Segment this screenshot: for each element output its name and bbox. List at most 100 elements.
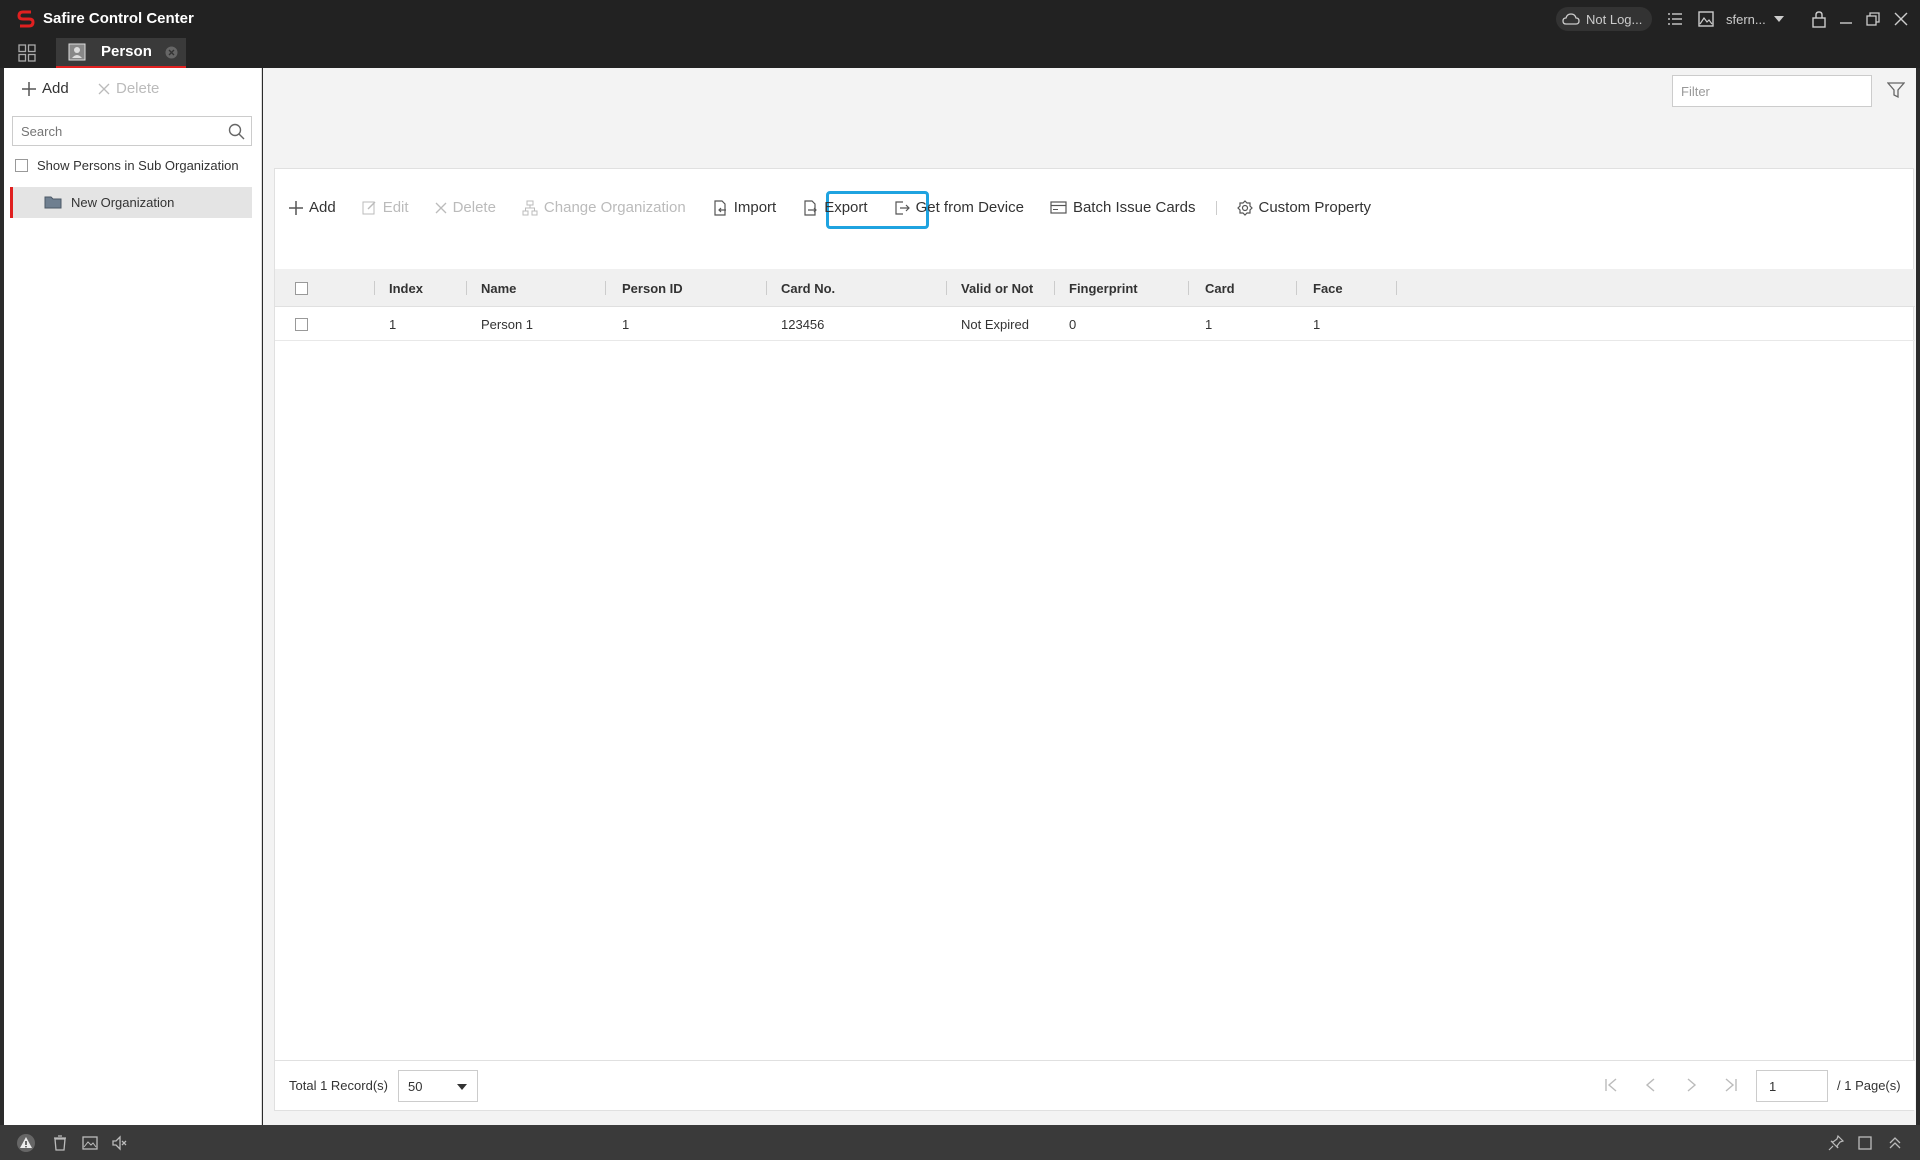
select-all-checkbox[interactable] xyxy=(295,281,308,295)
org-delete-label: Delete xyxy=(116,80,160,97)
lock-icon[interactable] xyxy=(1809,9,1829,29)
column-separator xyxy=(466,281,467,295)
cell-name: Person 1 xyxy=(481,316,534,332)
row-select-cell xyxy=(295,307,308,341)
add-person-button[interactable]: Add xyxy=(289,199,336,216)
column-separator xyxy=(1188,281,1189,295)
org-add-label: Add xyxy=(42,80,69,97)
safire-logo-icon xyxy=(17,10,35,28)
col-index[interactable]: Index xyxy=(389,269,423,307)
page-size-select[interactable]: 50 xyxy=(398,1070,478,1102)
org-search-input[interactable] xyxy=(13,117,213,145)
plus-icon xyxy=(22,81,36,96)
column-separator xyxy=(1296,281,1297,295)
warning-icon[interactable] xyxy=(16,1133,36,1153)
plus-icon xyxy=(289,200,303,215)
export-label: Export xyxy=(824,199,868,216)
grid-menu-icon[interactable] xyxy=(17,43,37,63)
minimize-icon[interactable] xyxy=(1836,9,1856,29)
batch-issue-cards-label: Batch Issue Cards xyxy=(1072,199,1196,216)
import-icon xyxy=(714,199,726,216)
change-organization-button[interactable]: Change Organization xyxy=(522,199,686,216)
chevron-up-double-icon[interactable] xyxy=(1885,1133,1905,1153)
total-pages: / 1 Page(s) xyxy=(1837,1078,1901,1093)
show-sub-org-row: Show Persons in Sub Organization xyxy=(15,158,239,173)
list-icon[interactable] xyxy=(1665,9,1685,29)
toolbar-divider xyxy=(1215,200,1217,215)
col-name[interactable]: Name xyxy=(481,269,516,307)
edit-person-label: Edit xyxy=(382,199,409,216)
edit-person-button[interactable]: Edit xyxy=(362,199,409,216)
org-tree-item-label: New Organization xyxy=(71,195,175,210)
trash-icon[interactable] xyxy=(50,1133,70,1153)
cell-valid: Not Expired xyxy=(961,316,1029,332)
person-toolbar: Add Edit Delete Change Organization Impo… xyxy=(289,199,1371,216)
prev-page-icon[interactable] xyxy=(1643,1077,1659,1093)
org-add-button[interactable]: Add xyxy=(22,80,69,97)
x-icon xyxy=(98,83,110,94)
person-main: Filter Add Edit Delete Change Organizati… xyxy=(263,68,1916,1125)
col-card-no[interactable]: Card No. xyxy=(781,269,835,307)
pin-icon[interactable] xyxy=(1826,1133,1846,1153)
total-records: Total 1 Record(s) xyxy=(289,1078,388,1093)
search-icon[interactable] xyxy=(228,123,245,140)
cell-face: 1 xyxy=(1313,316,1321,332)
get-from-device-label: Get from Device xyxy=(915,199,1024,216)
first-page-icon[interactable] xyxy=(1603,1077,1619,1093)
last-page-icon[interactable] xyxy=(1723,1077,1739,1093)
cell-card-no: 123456 xyxy=(781,316,825,332)
column-separator xyxy=(605,281,606,295)
batch-issue-cards-button[interactable]: Batch Issue Cards xyxy=(1050,199,1196,216)
delete-person-button[interactable]: Delete xyxy=(435,199,496,216)
show-sub-org-label: Show Persons in Sub Organization xyxy=(37,158,239,173)
show-sub-org-checkbox[interactable] xyxy=(15,159,28,172)
custom-property-button[interactable]: Custom Property xyxy=(1236,199,1371,216)
filter-input[interactable]: Filter xyxy=(1672,75,1872,107)
user-menu[interactable]: sfern... xyxy=(1726,0,1784,38)
page-number-input[interactable]: 1 xyxy=(1756,1070,1828,1102)
col-face[interactable]: Face xyxy=(1313,269,1343,307)
pagination-footer: Total 1 Record(s) 50 1 / 1 Page(s) xyxy=(275,1060,1915,1110)
delete-person-label: Delete xyxy=(452,199,496,216)
col-fingerprint[interactable]: Fingerprint xyxy=(1069,269,1138,307)
cloud-status[interactable]: Not Log... xyxy=(1556,7,1653,31)
folder-icon xyxy=(44,196,62,209)
col-card[interactable]: Card xyxy=(1205,269,1235,307)
get-device-icon xyxy=(894,200,910,215)
org-tree-icon xyxy=(522,200,538,215)
export-button[interactable]: Export xyxy=(802,199,868,216)
cell-person-id: 1 xyxy=(622,316,630,332)
close-icon[interactable] xyxy=(1891,9,1911,29)
import-label: Import xyxy=(733,199,777,216)
import-button[interactable]: Import xyxy=(712,199,777,216)
table-row[interactable]: 1 Person 1 1 123456 Not Expired 0 1 1 xyxy=(275,307,1915,341)
image-icon[interactable] xyxy=(80,1133,100,1153)
person-card-icon xyxy=(68,43,86,61)
filter-funnel-icon[interactable] xyxy=(1887,81,1905,99)
column-separator xyxy=(1396,281,1397,295)
window-icon[interactable] xyxy=(1855,1133,1875,1153)
restore-icon[interactable] xyxy=(1863,9,1883,29)
gear-icon xyxy=(1236,199,1253,216)
get-from-device-button[interactable]: Get from Device xyxy=(894,199,1024,216)
column-separator xyxy=(1054,281,1055,295)
col-person-id[interactable]: Person ID xyxy=(622,269,683,307)
cell-index: 1 xyxy=(389,316,397,332)
user-name: sfern... xyxy=(1726,11,1766,27)
mute-icon[interactable] xyxy=(110,1133,130,1153)
select-all-cell xyxy=(295,269,308,307)
x-icon xyxy=(435,202,447,213)
tab-close-icon[interactable] xyxy=(165,46,178,59)
cloud-icon xyxy=(1562,13,1580,25)
tab-person[interactable]: Person xyxy=(56,38,186,68)
org-search-box xyxy=(12,116,252,146)
add-person-label: Add xyxy=(309,199,336,216)
status-bar xyxy=(0,1125,1920,1160)
user-image-icon[interactable] xyxy=(1696,9,1716,29)
next-page-icon[interactable] xyxy=(1683,1077,1699,1093)
organization-panel: Add Delete Show Persons in Sub Organizat… xyxy=(4,68,262,1125)
col-valid[interactable]: Valid or Not xyxy=(961,269,1033,307)
org-tree-item[interactable]: New Organization xyxy=(10,187,252,218)
row-checkbox[interactable] xyxy=(295,317,308,331)
org-delete-button[interactable]: Delete xyxy=(98,80,159,97)
